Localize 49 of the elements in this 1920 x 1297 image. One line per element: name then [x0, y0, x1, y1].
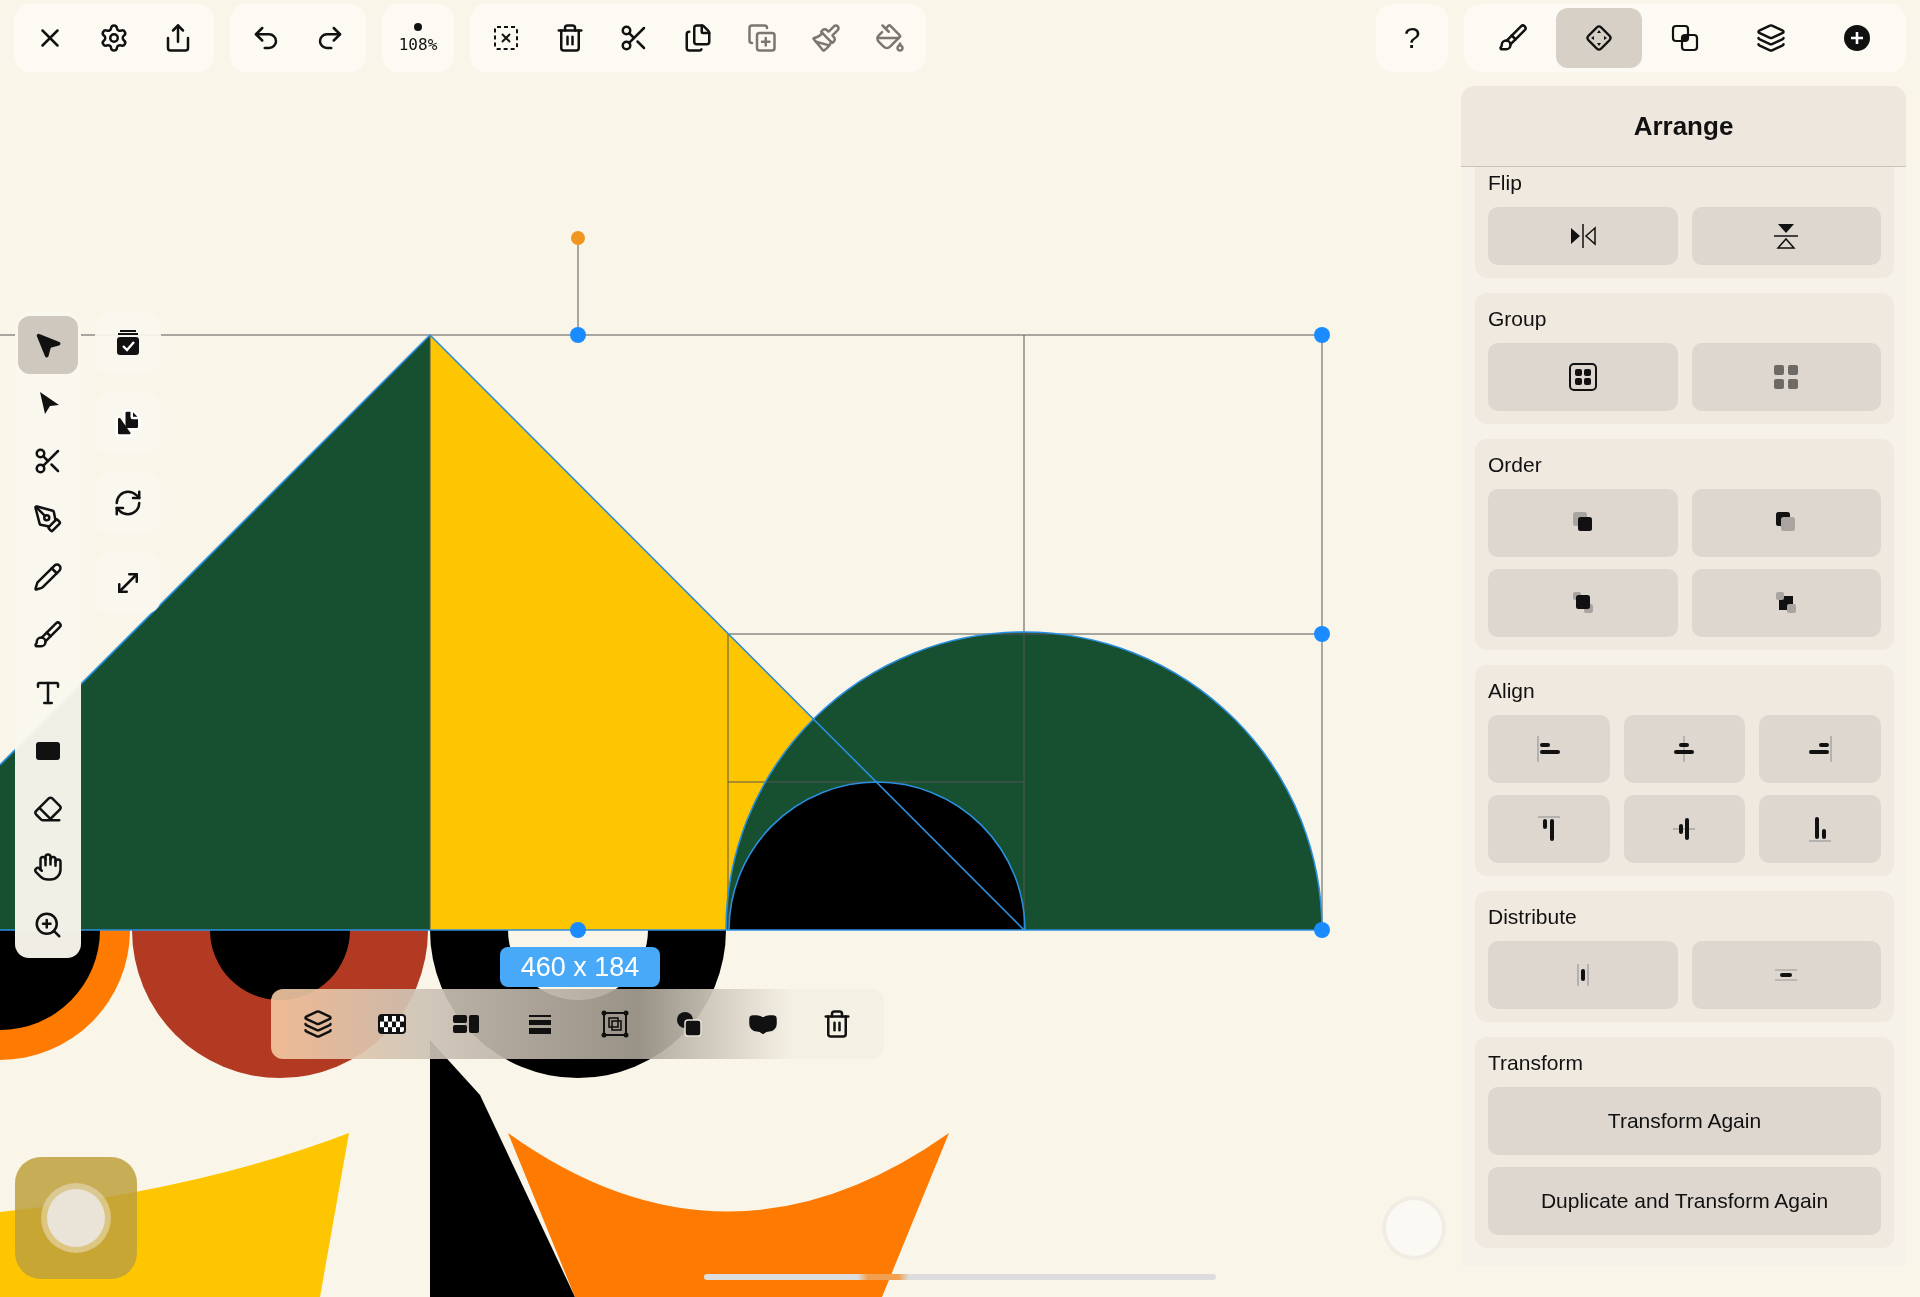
eraser-icon — [33, 794, 63, 824]
selection-handle[interactable] — [1314, 327, 1330, 343]
transform-button[interactable]: Duplicate and Transform Again — [1488, 1167, 1881, 1235]
selection-tool[interactable] — [18, 316, 78, 374]
zoom-button[interactable]: 108% — [386, 8, 450, 68]
selection-handle[interactable] — [1314, 626, 1330, 642]
section-title: Group — [1488, 306, 1548, 331]
section-title: Align — [1488, 678, 1536, 703]
dot-icon — [414, 22, 422, 31]
section-title: Order — [1488, 452, 1543, 477]
copy-icon — [683, 23, 713, 53]
circle-icon — [47, 1189, 105, 1247]
documents-icon — [113, 408, 143, 438]
panel-title: Arrange — [1461, 86, 1906, 167]
plus-circle-icon — [1841, 22, 1873, 54]
section-title: Transform — [1488, 1050, 1584, 1075]
hand-icon — [33, 852, 63, 882]
group-icon — [1566, 361, 1599, 393]
selection-handle[interactable] — [570, 922, 586, 938]
overlapping-squares-icon — [1669, 22, 1701, 54]
section-title: Distribute — [1488, 904, 1578, 929]
brush-icon — [1498, 23, 1528, 53]
trash-icon — [555, 23, 585, 53]
group-button[interactable] — [1488, 343, 1678, 411]
layers-icon — [1756, 23, 1786, 53]
pen-nib-icon — [33, 504, 63, 534]
arrange-tab[interactable] — [1556, 8, 1642, 68]
rotation-handle[interactable] — [571, 231, 585, 245]
resize-button[interactable] — [95, 552, 161, 614]
section-title: Flip — [1488, 170, 1523, 195]
diamond-arrows-icon — [1583, 22, 1615, 54]
selection-handle[interactable] — [1314, 922, 1330, 938]
zoom-in-icon — [33, 910, 63, 940]
transform-button[interactable]: Transform Again — [1488, 1087, 1881, 1155]
rotate-arrows-icon — [113, 488, 143, 518]
paintbrush-icon — [811, 23, 841, 53]
paint-bucket-icon — [875, 23, 905, 53]
duplicate-icon — [747, 23, 777, 53]
selection-handle[interactable] — [570, 327, 586, 343]
rotate-button[interactable] — [95, 472, 161, 534]
pencil-icon — [33, 562, 63, 592]
zoom-level: 108% — [398, 34, 438, 54]
layers-icon — [303, 1009, 334, 1039]
select-all-button[interactable] — [95, 312, 161, 374]
brush-icon — [33, 620, 63, 650]
settings-icon — [99, 23, 129, 53]
paste-button[interactable] — [95, 392, 161, 454]
dimension-label: 460 x 184 — [500, 947, 660, 987]
help-button[interactable]: ? — [1380, 8, 1444, 68]
